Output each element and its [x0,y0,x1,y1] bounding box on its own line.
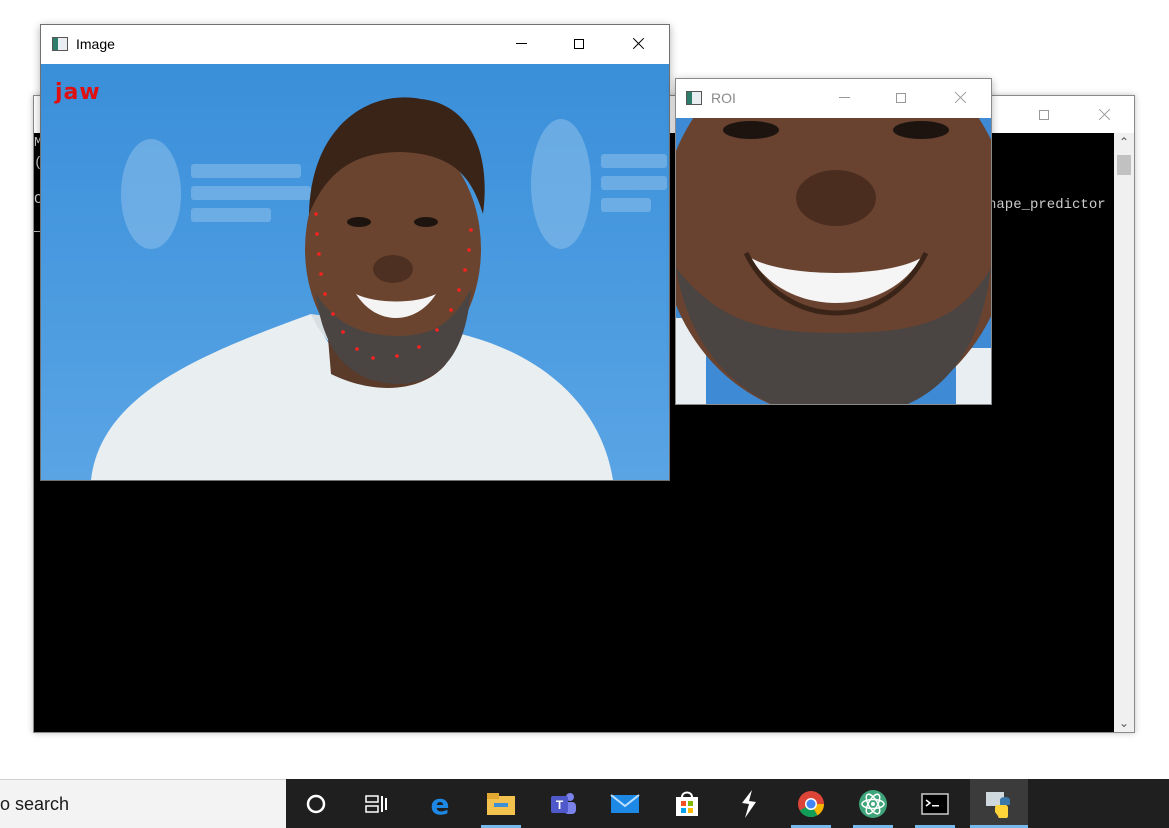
file-explorer-icon [487,792,515,815]
terminal-button[interactable] [911,779,959,828]
minimize-icon [838,97,850,98]
edge-icon: e [431,790,450,818]
close-button[interactable] [937,79,983,116]
atom-icon [859,789,887,818]
roi-window[interactable]: ROI [675,78,992,405]
minimize-button[interactable] [821,79,867,116]
console-scrollbar[interactable]: ⌃ ⌄ [1114,133,1134,732]
store-button[interactable] [663,779,711,828]
window-title: ROI [711,90,736,106]
task-view-button[interactable] [352,779,400,828]
scroll-down-icon[interactable]: ⌄ [1114,714,1134,732]
maximize-icon [896,92,906,103]
sublime-button[interactable] [725,779,773,828]
teams-button[interactable]: T [539,779,587,828]
console-maximize-button[interactable] [1021,96,1067,133]
close-icon [631,37,645,51]
cortana-button[interactable] [292,779,340,828]
svg-text:e: e [431,790,450,818]
opencv-window-icon [52,37,68,51]
mail-button[interactable] [601,779,649,828]
python-icon [986,791,1010,818]
maximize-button[interactable] [878,79,924,116]
opencv-window-icon [686,91,702,105]
chrome-icon [798,790,825,817]
face-crop [676,118,991,404]
terminal-icon [921,792,949,815]
image-window[interactable]: Image jaw [40,24,670,481]
landmark-label: jaw [55,80,101,105]
store-icon [676,791,698,816]
close-icon [953,91,967,105]
maximize-icon [574,38,584,49]
roi-canvas [676,118,991,404]
scroll-thumb[interactable] [1117,155,1131,175]
minimize-button[interactable] [498,25,544,62]
maximize-icon [1039,109,1049,120]
search-placeholder: o search [0,794,70,814]
atom-button[interactable] [849,779,897,828]
minimize-icon [515,43,527,44]
file-explorer-button[interactable] [477,779,525,828]
taskbar-search-box[interactable]: o search [0,779,286,828]
svg-text:T: T [556,798,564,812]
maximize-button[interactable] [556,25,602,62]
scroll-up-icon[interactable]: ⌃ [1114,133,1134,151]
mail-icon [610,793,640,813]
portrait-photo [91,97,667,480]
sublime-icon [742,789,756,818]
close-button[interactable] [615,25,661,62]
task-view-icon [365,794,387,813]
taskbar: o search e T [0,779,1169,828]
python-button[interactable] [970,779,1028,828]
image-canvas: jaw [41,64,669,480]
console-close-button[interactable] [1081,96,1127,133]
chrome-button[interactable] [787,779,835,828]
cortana-icon [306,794,326,813]
teams-icon: T [551,792,576,814]
close-icon [1097,108,1111,122]
edge-button[interactable]: e [416,779,464,828]
window-title: Image [76,36,115,52]
console-line: hape_predictor [988,197,1106,213]
